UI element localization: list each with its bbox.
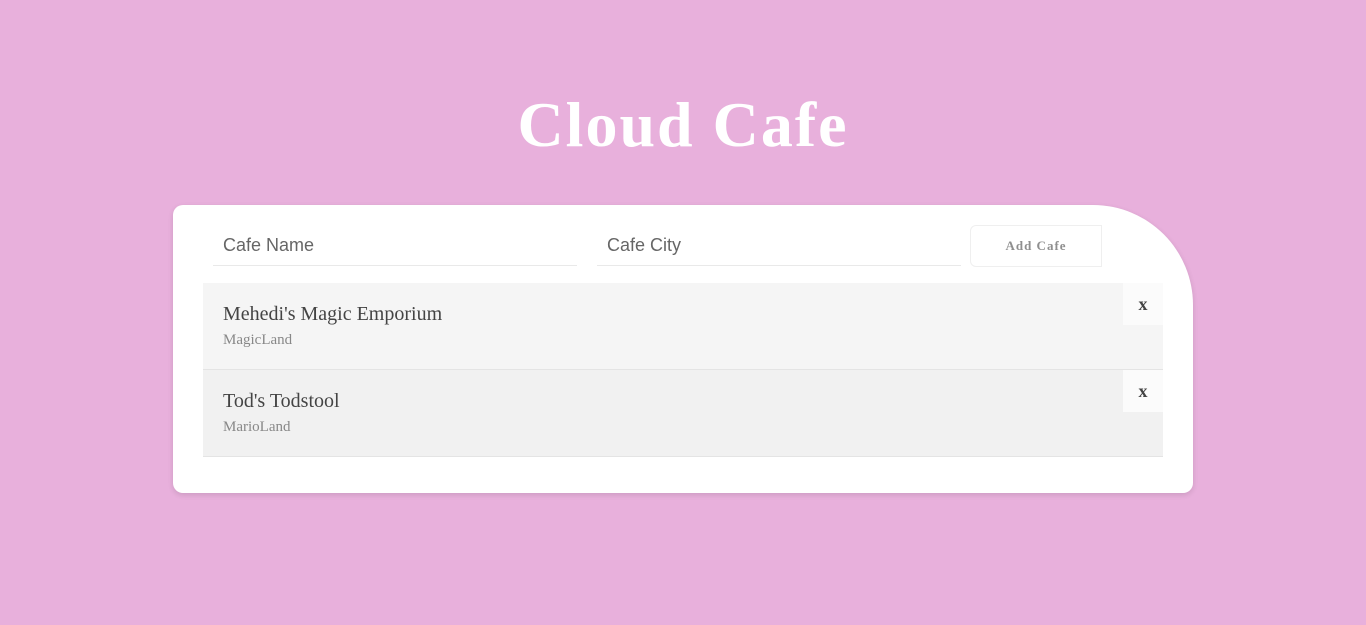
- cafe-city: MarioLand: [223, 419, 291, 435]
- delete-button[interactable]: x: [1123, 370, 1163, 412]
- cafe-name-input[interactable]: [213, 226, 577, 266]
- cafe-list: Mehedi's Magic Emporium MagicLand x Tod'…: [203, 283, 1163, 457]
- cafe-name: Mehedi's Magic Emporium: [223, 303, 443, 325]
- list-item: Mehedi's Magic Emporium MagicLand x: [203, 283, 1163, 370]
- cafe-city-input[interactable]: [597, 226, 961, 266]
- cafe-city: MagicLand: [223, 332, 293, 348]
- add-cafe-button[interactable]: Add Cafe: [970, 225, 1102, 267]
- page-title: Cloud Cafe: [517, 89, 849, 160]
- list-item: Tod's Todstool MarioLand x: [203, 370, 1163, 457]
- cafe-card: Add Cafe Mehedi's Magic Emporium MagicLa…: [173, 205, 1193, 493]
- delete-button[interactable]: x: [1123, 283, 1163, 325]
- cafe-name: Tod's Todstool: [223, 390, 340, 412]
